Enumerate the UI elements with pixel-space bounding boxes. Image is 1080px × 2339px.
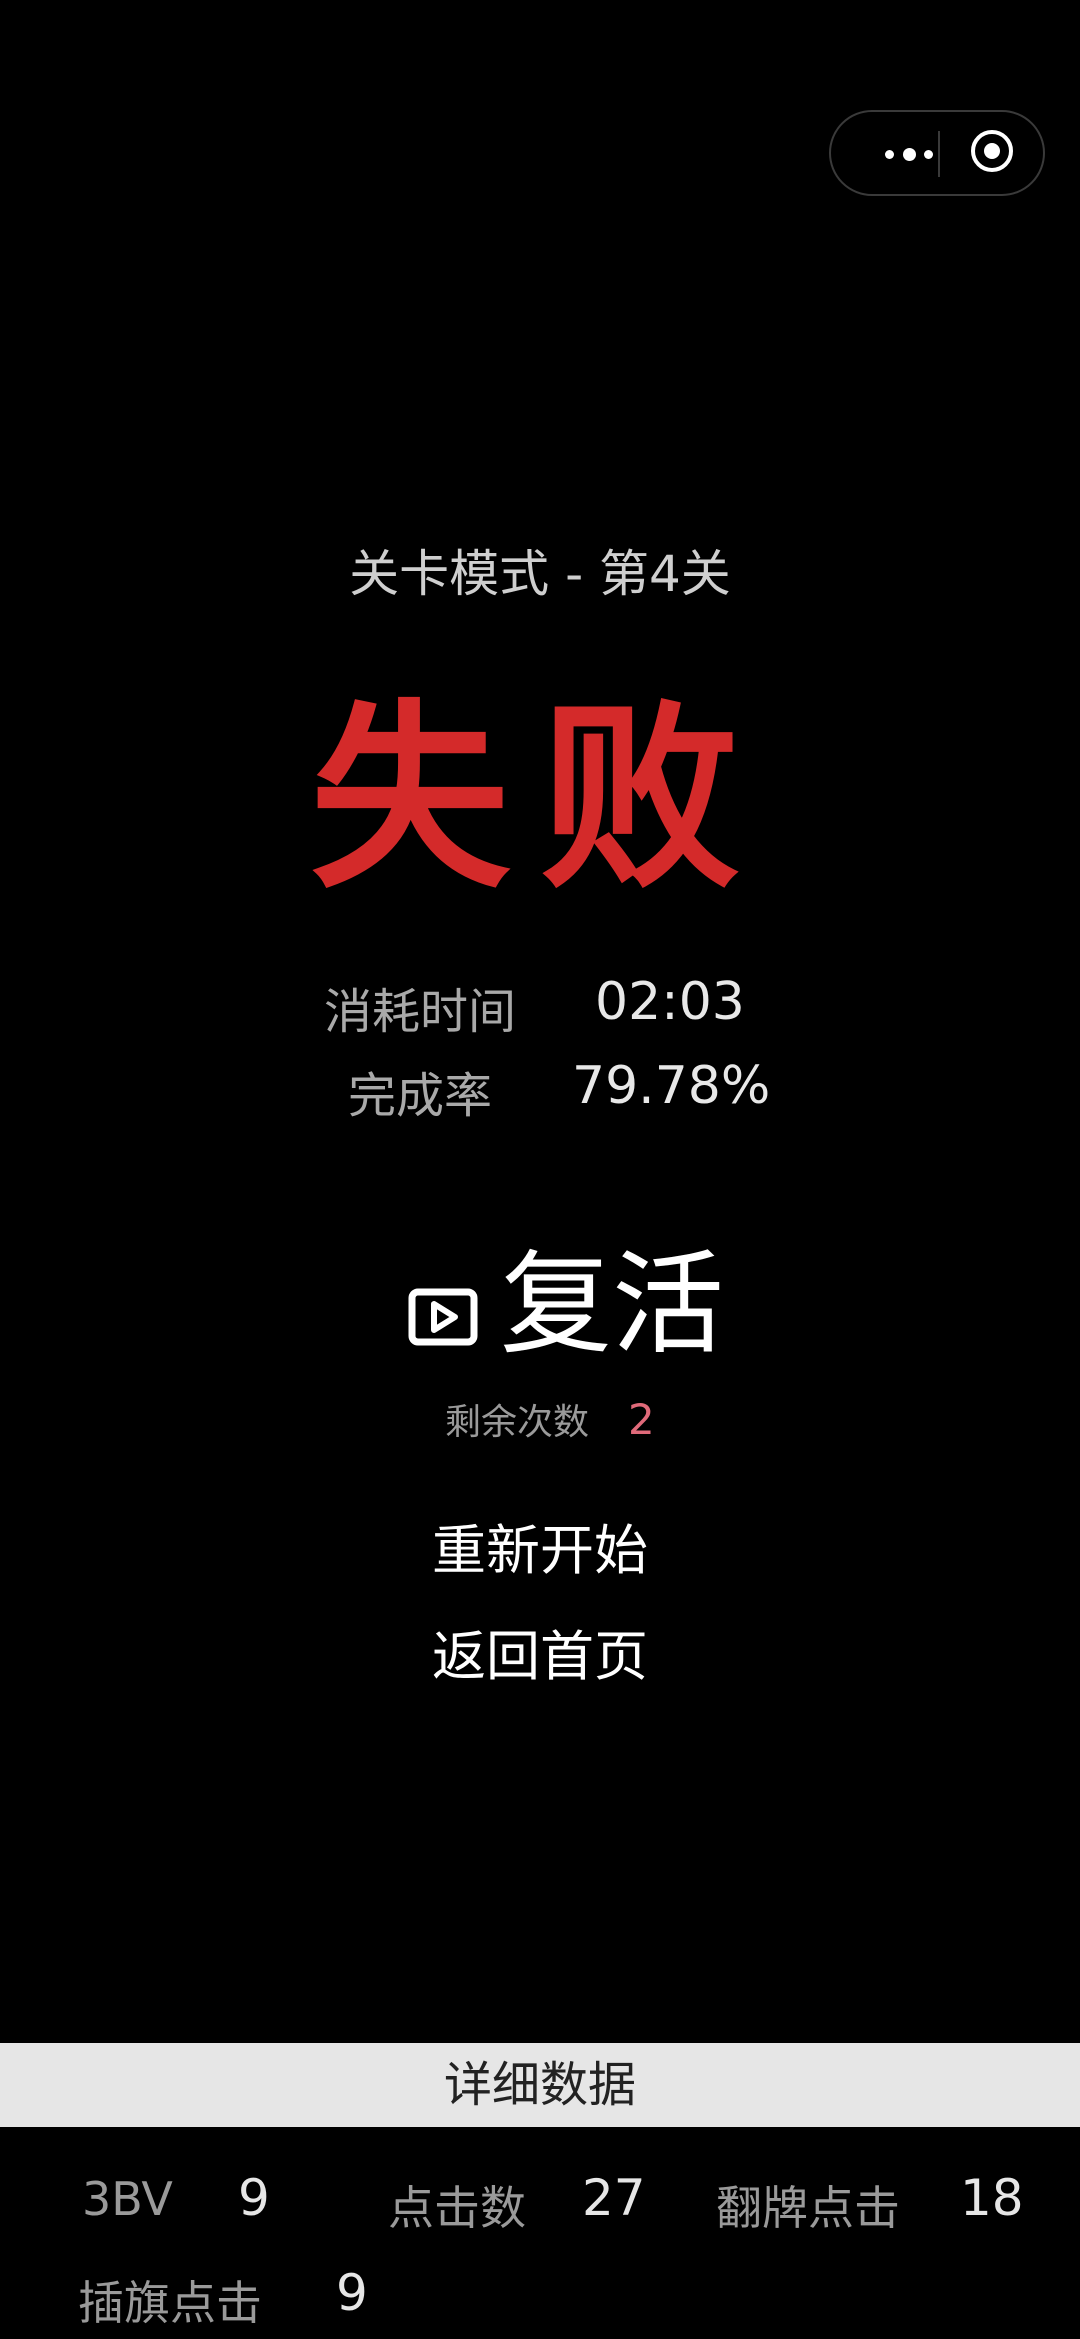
detail-label-clicks: 点击数: [388, 2181, 526, 2235]
video-play-icon: [408, 1288, 478, 1346]
detail-value-flag-clicks: 9: [336, 2264, 368, 2322]
detail-label-3bv: 3BV: [82, 2172, 173, 2226]
remaining-label: 剩余次数: [445, 1402, 590, 1443]
completion-stat: 完成率 79.78%: [0, 1056, 1080, 1126]
completion-value: 79.78%: [572, 1056, 771, 1116]
restart-button[interactable]: 重新开始: [0, 1506, 1080, 1585]
detail-value-reveal-clicks: 18: [960, 2169, 1024, 2227]
time-stat: 消耗时间 02:03: [0, 972, 1080, 1042]
revive-button[interactable]: 复活: [400, 1240, 724, 1370]
detail-label-reveal-clicks: 翻牌点击: [716, 2181, 900, 2235]
revive-label: 复活: [500, 1240, 724, 1370]
completion-label: 完成率: [348, 1068, 493, 1124]
remaining-count: 2: [628, 1395, 655, 1444]
more-dots-icon[interactable]: [885, 145, 933, 163]
target-close-icon[interactable]: [971, 130, 1013, 172]
detail-value-3bv: 9: [238, 2169, 270, 2227]
level-title: 关卡模式 - 第4关: [349, 545, 731, 603]
details-header[interactable]: 详细数据: [0, 2043, 1080, 2127]
time-value: 02:03: [595, 972, 745, 1032]
time-label: 消耗时间: [324, 984, 517, 1040]
detail-value-clicks: 27: [582, 2169, 646, 2227]
capsule-divider: [938, 131, 940, 177]
details-panel: 3BV 9 点击数 27 翻牌点击 18 插旗点击 9: [0, 2127, 1080, 2339]
home-button[interactable]: 返回首页: [0, 1612, 1080, 1691]
miniprogram-capsule: [829, 110, 1045, 196]
result-title: 失败: [309, 683, 770, 916]
remaining-revives: 剩余次数 2: [0, 1393, 1080, 1444]
detail-label-flag-clicks: 插旗点击: [78, 2276, 262, 2330]
